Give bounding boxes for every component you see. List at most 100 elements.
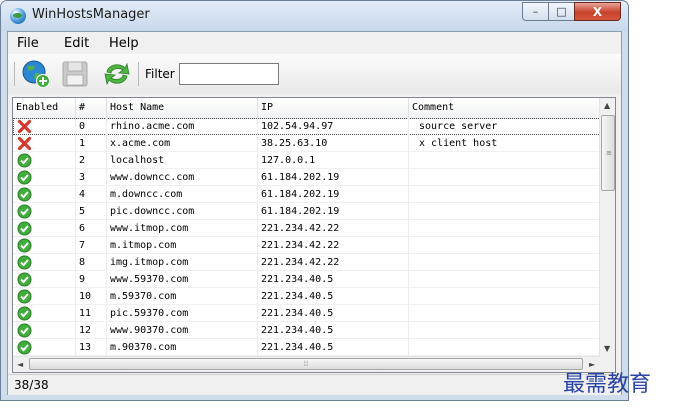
col-number[interactable]: #: [76, 98, 107, 118]
table-row[interactable]: 8 img.itmop.com 221.234.42.22: [13, 254, 601, 271]
cell-comment: [409, 203, 601, 220]
cell-enabled[interactable]: [13, 135, 76, 152]
cell-enabled[interactable]: [13, 169, 76, 186]
cell-enabled[interactable]: [13, 118, 76, 135]
table-header: Enabled # Host Name IP Comment: [13, 98, 601, 119]
scroll-down-arrow-icon[interactable]: ▼: [604, 344, 610, 353]
cell-comment: [409, 322, 601, 339]
vertical-scrollbar[interactable]: ▲ ≡ ▼: [599, 98, 615, 357]
table-row[interactable]: 1 x.acme.com 38.25.63.10 x client host: [13, 135, 601, 152]
table-row[interactable]: 2 localhost 127.0.0.1: [13, 152, 601, 169]
table-row[interactable]: 4 m.downcc.com 61.184.202.19: [13, 186, 601, 203]
scroll-left-arrow-icon[interactable]: ◄: [17, 360, 23, 369]
watermark-logo: 最需教育: [563, 372, 652, 397]
cell-number: 10: [76, 288, 107, 305]
menu-edit[interactable]: Edit: [64, 36, 89, 51]
cell-ip: 221.234.40.5: [258, 271, 409, 288]
vertical-scroll-thumb[interactable]: ≡: [601, 115, 615, 191]
cell-number: 9: [76, 271, 107, 288]
cell-enabled[interactable]: [13, 152, 76, 169]
cell-comment: source server: [419, 121, 498, 132]
cell-ip: 221.234.42.22: [258, 237, 409, 254]
table-row[interactable]: 5 pic.downcc.com 61.184.202.19: [13, 203, 601, 220]
check-icon[interactable]: [17, 323, 32, 338]
check-icon[interactable]: [17, 187, 32, 202]
cell-ip: 221.234.40.5: [258, 322, 409, 339]
cell-enabled[interactable]: [13, 254, 76, 271]
check-icon[interactable]: [17, 306, 32, 321]
cell-enabled[interactable]: [13, 305, 76, 322]
table-row[interactable]: 3 www.downcc.com 61.184.202.19: [13, 169, 601, 186]
filter-input[interactable]: [179, 63, 279, 85]
toolbar-separator: [138, 62, 139, 86]
cell-comment: [409, 254, 601, 271]
table-row[interactable]: 10 m.59370.com 221.234.40.5: [13, 288, 601, 305]
cell-comment: [409, 339, 601, 356]
col-comment[interactable]: Comment: [409, 98, 601, 118]
cell-host-name: www.90370.com: [107, 322, 258, 339]
check-icon[interactable]: [17, 204, 32, 219]
save-icon[interactable]: [60, 59, 90, 89]
cell-host-name: localhost: [107, 152, 258, 169]
cell-ip: 61.184.202.19: [258, 203, 409, 220]
col-enabled[interactable]: Enabled: [13, 98, 76, 118]
check-icon[interactable]: [17, 221, 32, 236]
col-ip[interactable]: IP: [258, 98, 409, 118]
maximize-button[interactable]: □: [548, 2, 575, 21]
title-bar[interactable]: WinHostsManager – □ X: [1, 1, 628, 31]
minimize-button[interactable]: –: [522, 2, 549, 21]
col-host-name[interactable]: Host Name: [107, 98, 258, 118]
cell-number: 1: [76, 135, 107, 152]
cell-number: 6: [76, 220, 107, 237]
hosts-table: Enabled # Host Name IP Comment 0 rhino.ac…: [12, 97, 616, 373]
x-icon[interactable]: [17, 119, 32, 134]
window-title: WinHostsManager: [32, 7, 150, 22]
table-row[interactable]: 12 www.90370.com 221.234.40.5: [13, 322, 601, 339]
cell-enabled[interactable]: [13, 220, 76, 237]
cell-host-name: x.acme.com: [107, 135, 258, 152]
check-icon[interactable]: [17, 289, 32, 304]
cell-host-name: pic.59370.com: [107, 305, 258, 322]
menu-file[interactable]: File: [17, 36, 39, 51]
check-icon[interactable]: [17, 238, 32, 253]
check-icon[interactable]: [17, 170, 32, 185]
table-row[interactable]: 7 m.itmop.com 221.234.42.22: [13, 237, 601, 254]
cell-ip: 221.234.40.5: [258, 288, 409, 305]
check-icon[interactable]: [17, 340, 32, 355]
table-row[interactable]: 0 rhino.acme.com 102.54.94.97 source server: [13, 118, 601, 135]
table-row[interactable]: 6 www.itmop.com 221.234.42.22: [13, 220, 601, 237]
check-icon[interactable]: [17, 255, 32, 270]
cell-enabled[interactable]: [13, 288, 76, 305]
menu-help[interactable]: Help: [109, 36, 139, 51]
table-row[interactable]: 13 m.90370.com 221.234.40.5: [13, 339, 601, 356]
x-icon[interactable]: [17, 136, 32, 151]
close-button[interactable]: X: [574, 2, 621, 21]
cell-enabled[interactable]: [13, 322, 76, 339]
cell-enabled[interactable]: [13, 339, 76, 356]
client-area: File Edit Help Filter Enabled # Host Nam…: [7, 31, 622, 395]
cell-host-name: www.59370.com: [107, 271, 258, 288]
cell-enabled[interactable]: [13, 271, 76, 288]
cell-enabled[interactable]: [13, 203, 76, 220]
refresh-icon[interactable]: [102, 59, 132, 89]
cell-enabled[interactable]: [13, 186, 76, 203]
cell-number: 4: [76, 186, 107, 203]
cell-ip: 221.234.40.5: [258, 339, 409, 356]
globe-add-icon[interactable]: [21, 59, 51, 89]
horizontal-scrollbar[interactable]: ◄ ⦙⦙⦙ ►: [13, 356, 601, 372]
horizontal-scroll-thumb[interactable]: ⦙⦙⦙: [29, 358, 583, 370]
cell-number: 12: [76, 322, 107, 339]
cell-host-name: m.itmop.com: [107, 237, 258, 254]
cell-host-name: rhino.acme.com: [107, 118, 258, 135]
app-window: WinHostsManager – □ X File Edit Help Fil…: [0, 0, 629, 401]
cell-number: 11: [76, 305, 107, 322]
table-row[interactable]: 9 www.59370.com 221.234.40.5: [13, 271, 601, 288]
check-icon[interactable]: [17, 272, 32, 287]
table-row[interactable]: 11 pic.59370.com 221.234.40.5: [13, 305, 601, 322]
cell-ip: 221.234.40.5: [258, 305, 409, 322]
scroll-up-arrow-icon[interactable]: ▲: [604, 101, 610, 110]
check-icon[interactable]: [17, 153, 32, 168]
cell-enabled[interactable]: [13, 237, 76, 254]
status-bar: 38/38: [8, 374, 621, 395]
cell-host-name: www.downcc.com: [107, 169, 258, 186]
